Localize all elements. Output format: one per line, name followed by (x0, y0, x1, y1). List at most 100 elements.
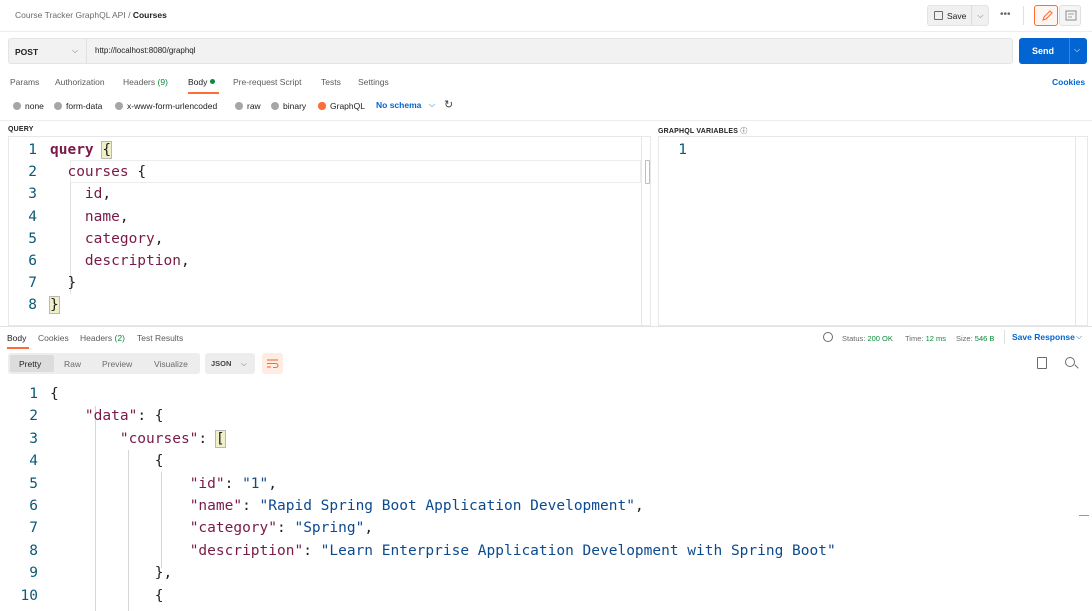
code-punctuation: , (180, 253, 190, 269)
more-options-icon[interactable]: ••• (1000, 9, 1011, 20)
search-icon[interactable] (1065, 357, 1075, 367)
tab-pre-request-script[interactable]: Pre-request Script (233, 77, 302, 87)
info-icon[interactable]: ⓘ (740, 128, 747, 135)
line-number: 10 (20, 588, 38, 604)
view-preview[interactable]: Preview (102, 359, 132, 369)
scrollbar[interactable] (1075, 137, 1076, 325)
code-punctuation: } (67, 275, 77, 291)
pencil-icon (1042, 10, 1053, 21)
resize-handle[interactable] (645, 160, 650, 184)
view-pretty[interactable]: Pretty (19, 359, 41, 369)
resp-tab-cookies[interactable]: Cookies (38, 333, 69, 343)
code-punctuation: , (154, 231, 164, 247)
send-label: Send (1032, 46, 1055, 56)
schema-select[interactable]: No schema (376, 100, 421, 110)
code-line: 8 "description": "Learn Enterprise Appli… (8, 540, 836, 562)
time-value[interactable]: 12 ms (926, 334, 946, 343)
radio-dot (115, 102, 123, 110)
tab-headers[interactable]: Headers (9) (123, 77, 168, 87)
save-divider (971, 5, 973, 26)
line-number: 7 (28, 275, 37, 291)
line-number: 8 (28, 297, 37, 313)
code-line: 3 "courses": [ (8, 428, 226, 450)
method-select[interactable]: POST (15, 47, 38, 57)
view-raw[interactable]: Raw (64, 359, 81, 369)
radio-binary[interactable]: binary (271, 101, 306, 111)
save-label: Save (947, 10, 967, 21)
divider[interactable] (0, 326, 1092, 327)
wrap-lines-button[interactable] (262, 353, 283, 374)
json-string: "Rapid Spring Boot Application Developme… (259, 498, 635, 514)
radio-raw[interactable]: raw (235, 101, 261, 111)
status-value[interactable]: 200 OK (867, 334, 892, 343)
resp-tab-body[interactable]: Body (7, 333, 26, 343)
breadcrumb-collection[interactable]: Course Tracker GraphQL API (15, 10, 126, 20)
divider (0, 120, 1092, 121)
code-punctuation: , (634, 498, 644, 514)
line-number: 5 (28, 231, 37, 247)
json-string: "Learn Enterprise Application Developmen… (320, 543, 836, 559)
copy-icon[interactable] (1037, 357, 1047, 369)
cookies-link[interactable]: Cookies (1052, 77, 1085, 87)
code-punctuation: { (137, 164, 147, 180)
code-punctuation: { (154, 588, 164, 604)
tab-authorization[interactable]: Authorization (55, 77, 105, 87)
resp-tab-headers[interactable]: Headers (2) (80, 333, 125, 343)
divider (86, 39, 87, 63)
format-select[interactable]: JSON ⌵ (205, 353, 255, 374)
line-number: 4 (29, 453, 38, 469)
radio-graphql[interactable]: GraphQL (318, 101, 365, 111)
line-number: 4 (28, 209, 37, 225)
code-line: 2 courses { (8, 161, 146, 183)
size-value[interactable]: 546 B (975, 334, 995, 343)
chevron-down-icon[interactable]: ⌵ (72, 46, 78, 56)
code-line: 4 { (8, 450, 164, 472)
radio-dot-selected (318, 102, 326, 110)
globe-icon[interactable] (823, 332, 833, 342)
chevron-down-icon: ⌵ (241, 359, 247, 368)
code-punctuation: : { (137, 408, 164, 424)
tab-body[interactable]: Body (188, 77, 216, 87)
resp-tab-test-results[interactable]: Test Results (137, 333, 183, 343)
edit-button[interactable] (1034, 5, 1058, 26)
query-title: QUERY (8, 126, 34, 133)
comment-icon (1065, 10, 1077, 21)
variables-editor[interactable] (658, 136, 1088, 326)
scrollbar[interactable] (641, 137, 642, 325)
body-active-indicator (210, 79, 216, 84)
view-visualize[interactable]: Visualize (154, 359, 188, 369)
code-punctuation: : (303, 543, 321, 559)
active-tab-underline (188, 92, 219, 94)
chevron-down-icon[interactable]: ⌵ (1076, 332, 1082, 342)
save-button[interactable]: Save ⌵ (927, 5, 989, 26)
chevron-down-icon[interactable]: ⌵ (429, 100, 435, 110)
chevron-down-icon[interactable]: ⌵ (977, 11, 983, 21)
divider (1004, 330, 1005, 344)
breadcrumb-request[interactable]: Courses (133, 10, 167, 20)
resp-tab-headers-label: Headers (80, 333, 113, 343)
code-line: 7 "category": "Spring", (8, 517, 373, 539)
json-key: "courses" (119, 431, 199, 447)
code-punctuation: } (49, 296, 60, 314)
refresh-icon[interactable]: ↻ (444, 98, 453, 111)
radio-form-data[interactable]: form-data (54, 101, 102, 111)
comments-button[interactable] (1059, 5, 1081, 26)
line-number: 1 (29, 386, 38, 402)
line-number: 2 (29, 408, 38, 424)
json-key: "category" (189, 520, 277, 536)
tab-tests[interactable]: Tests (321, 77, 341, 87)
tab-params[interactable]: Params (10, 77, 39, 87)
send-button[interactable]: Send ⌵ (1019, 38, 1087, 64)
url-input[interactable] (95, 46, 495, 55)
chevron-down-icon[interactable]: ⌵ (1074, 45, 1080, 55)
divider (1069, 38, 1070, 64)
radio-urlencoded[interactable]: x-www-form-urlencoded (115, 101, 217, 111)
code-punctuation: { (154, 453, 164, 469)
tab-settings[interactable]: Settings (358, 77, 389, 87)
code-line: 7 } (8, 272, 76, 294)
radio-none[interactable]: none (13, 101, 44, 111)
code-punctuation: : (277, 520, 295, 536)
tab-body-label: Body (188, 77, 208, 87)
save-response-button[interactable]: Save Response (1012, 332, 1075, 342)
breadcrumb-separator: / (128, 10, 131, 20)
